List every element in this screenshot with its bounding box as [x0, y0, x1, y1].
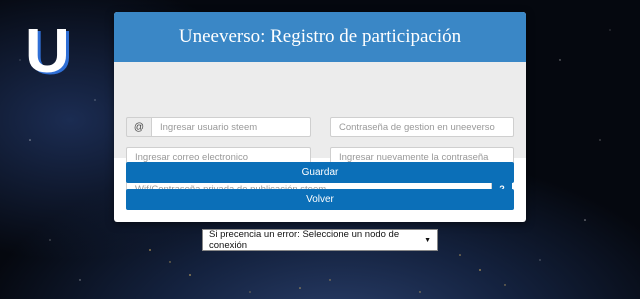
uneeverso-logo: U U [22, 17, 74, 88]
at-sign-addon: @ [126, 117, 152, 137]
save-button[interactable]: Guardar [126, 162, 514, 183]
registration-fields: @ ? [114, 62, 526, 199]
back-button[interactable]: Volver [126, 189, 514, 210]
chevron-down-icon: ▼ [424, 236, 431, 244]
page-title: Uneeverso: Registro de participación [178, 26, 462, 47]
password-input[interactable] [330, 117, 514, 137]
node-select-value: Si precencia un error: Seleccione un nod… [209, 229, 400, 251]
registration-card: Uneeverso: Registro de participación @ ?… [114, 12, 526, 222]
node-select[interactable]: Si precencia un error: Seleccione un nod… [202, 229, 438, 251]
registration-header: Uneeverso: Registro de participación [114, 12, 526, 62]
logo-letter: U [25, 20, 70, 80]
username-input[interactable] [151, 117, 311, 137]
